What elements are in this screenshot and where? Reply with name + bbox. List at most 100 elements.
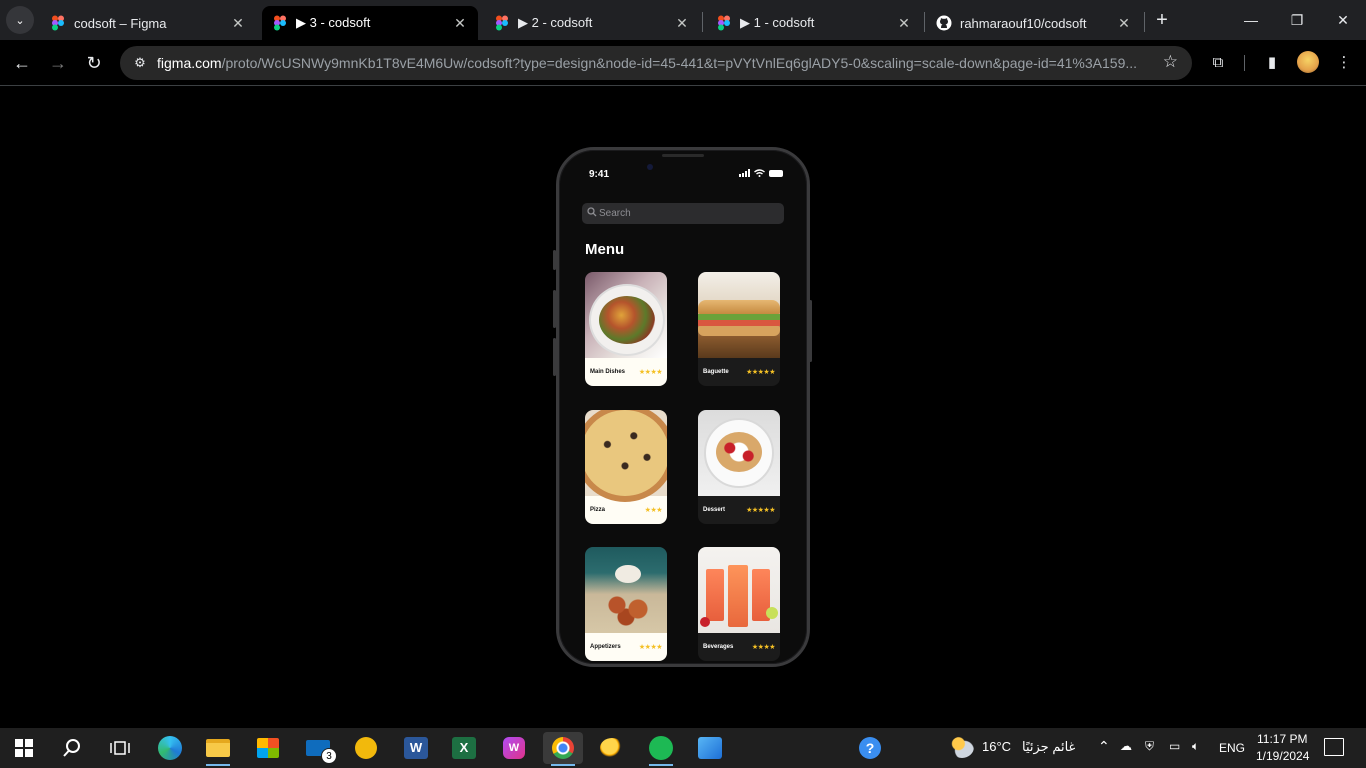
taskbar-photos[interactable] xyxy=(690,732,730,764)
more-vert-icon: ⋮ xyxy=(1336,54,1352,71)
close-icon[interactable]: ✕ xyxy=(230,15,246,32)
volume-icon[interactable]: 🔈︎ xyxy=(1192,739,1199,754)
side-panel-button[interactable]: ▮ xyxy=(1258,49,1286,77)
sun-cloud-icon xyxy=(600,738,624,758)
clock-date[interactable]: 1/19/2024 xyxy=(1256,749,1309,763)
taskbar-word[interactable]: W xyxy=(396,732,436,764)
restore-icon: ❐ xyxy=(1290,12,1304,28)
star-rating: ★★★★★ xyxy=(746,507,775,514)
onedrive-icon[interactable]: ☁ xyxy=(1120,739,1132,753)
taskbar-mail[interactable]: 3 xyxy=(298,732,338,764)
forward-button[interactable]: → xyxy=(44,49,72,77)
menu-card-appetizers[interactable]: Appetizers ★★★★ xyxy=(585,547,667,661)
extensions-button[interactable]: ⧉ xyxy=(1204,49,1232,77)
toolbar-divider xyxy=(1244,55,1245,71)
tab-1-codsoft[interactable]: ▶ 1 - codsoft ✕ xyxy=(706,6,922,40)
profile-avatar[interactable] xyxy=(1297,51,1319,73)
chrome-icon xyxy=(552,737,574,759)
close-icon: ✕ xyxy=(1337,12,1349,28)
taskbar-app-triangle[interactable] xyxy=(346,732,386,764)
taskbar-edge[interactable] xyxy=(150,732,190,764)
chrome-menu-button[interactable]: ⋮ xyxy=(1330,49,1358,77)
search-icon xyxy=(63,739,80,757)
address-bar[interactable]: ⚙ figma.com/proto/WcUSNWy9mnKb1T8vE4M6Uw… xyxy=(120,46,1192,80)
task-view-icon xyxy=(110,741,130,755)
close-icon[interactable]: ✕ xyxy=(452,15,468,32)
start-button[interactable] xyxy=(4,732,44,764)
search-button[interactable] xyxy=(52,732,92,764)
help-icon: ? xyxy=(859,737,881,759)
taskbar-spotify[interactable] xyxy=(641,732,681,766)
edge-icon xyxy=(158,736,182,760)
close-icon[interactable]: ✕ xyxy=(896,15,912,32)
language-indicator[interactable]: ENG xyxy=(1219,741,1245,755)
taskbar-excel[interactable]: X xyxy=(444,732,484,764)
star-rating: ★★★ xyxy=(644,507,663,514)
spotify-icon xyxy=(649,736,673,760)
close-window-button[interactable]: ✕ xyxy=(1320,0,1366,40)
help-button[interactable]: ? xyxy=(850,732,890,764)
main-dishes-image xyxy=(585,272,667,358)
back-button[interactable]: ← xyxy=(8,49,36,77)
star-rating: ★★★★★ xyxy=(746,369,775,376)
arrow-right-icon: → xyxy=(49,53,67,73)
close-icon[interactable]: ✕ xyxy=(1116,15,1132,32)
taskbar-wps[interactable]: W xyxy=(494,732,534,764)
tab-codsoft-figma[interactable]: codsoft – Figma ✕ xyxy=(40,6,256,40)
tray-overflow-chevron-icon[interactable]: ⌃ xyxy=(1098,738,1110,755)
menu-card-baguette[interactable]: Baguette ★★★★★ xyxy=(698,272,780,386)
notification-center-button[interactable] xyxy=(1324,738,1344,756)
tab-3-codsoft[interactable]: ▶ 3 - codsoft ✕ xyxy=(262,6,478,40)
arrow-left-icon: ← xyxy=(13,53,31,73)
windows-taskbar: 3 W X W ? 16°C غائم جزئيًا ⌃ ☁ ⛨ ▭ 🔈︎ EN… xyxy=(0,728,1366,768)
mail-badge: 3 xyxy=(321,748,337,764)
excel-icon: X xyxy=(452,737,476,759)
minimize-button[interactable]: — xyxy=(1228,0,1274,40)
site-settings-icon[interactable]: ⚙ xyxy=(130,53,150,73)
bookmark-star-icon[interactable]: ☆ xyxy=(1163,52,1178,72)
new-tab-button[interactable]: + xyxy=(1150,8,1174,32)
menu-card-dessert[interactable]: Dessert ★★★★★ xyxy=(698,410,780,524)
running-indicator xyxy=(551,764,575,766)
taskbar-weather-app[interactable] xyxy=(592,732,632,764)
star-rating: ★★★★ xyxy=(638,369,663,376)
menu-card-beverages[interactable]: Beverages ★★★★ xyxy=(698,547,780,661)
reload-button[interactable]: ↻ xyxy=(80,49,108,77)
search-placeholder: Search xyxy=(599,208,631,219)
figma-icon xyxy=(718,15,730,31)
tab-separator xyxy=(702,12,703,32)
tab-search-button[interactable]: ⌄ xyxy=(6,6,34,34)
figma-icon xyxy=(496,15,508,31)
phone-camera xyxy=(647,164,653,170)
card-label: Baguette xyxy=(703,369,729,375)
card-label: Pizza xyxy=(590,507,606,513)
close-icon[interactable]: ✕ xyxy=(674,15,690,32)
taskbar-chrome[interactable] xyxy=(543,732,583,766)
running-indicator xyxy=(649,764,673,766)
tab-label: ▶ 3 - codsoft xyxy=(296,15,371,30)
tab-github-repo[interactable]: rahmaraouf10/codsoft ✕ xyxy=(926,6,1142,40)
phone-speaker xyxy=(662,154,704,157)
battery-icon[interactable]: ▭ xyxy=(1169,739,1180,753)
wifi-icon xyxy=(754,169,765,177)
tab-separator xyxy=(1144,12,1145,32)
beverages-image xyxy=(698,547,780,633)
taskbar-store[interactable] xyxy=(248,732,288,764)
browser-titlebar: ⌄ codsoft – Figma ✕ ▶ 3 - codsoft ✕ ▶ 2 … xyxy=(0,0,1366,40)
tab-2-codsoft[interactable]: ▶ 2 - codsoft ✕ xyxy=(484,6,700,40)
weather-temp: 16°C xyxy=(982,739,1012,754)
security-icon[interactable]: ⛨ xyxy=(1145,739,1154,754)
weather-widget[interactable]: 16°C غائم جزئيًا xyxy=(948,736,1078,760)
url-text[interactable]: figma.com/proto/WcUSNWy9mnKb1T8vE4M6Uw/c… xyxy=(157,55,1147,71)
menu-card-pizza[interactable]: Pizza ★★★ xyxy=(585,410,667,524)
menu-card-main-dishes[interactable]: Main Dishes ★★★★ xyxy=(585,272,667,386)
restore-button[interactable]: ❐ xyxy=(1274,0,1320,40)
clock-time[interactable]: 11:17 PM xyxy=(1257,732,1307,746)
tab-label: codsoft – Figma xyxy=(74,15,167,31)
task-view-button[interactable] xyxy=(100,732,140,764)
taskbar-file-explorer[interactable] xyxy=(198,732,238,766)
baguette-image xyxy=(698,272,780,358)
side-panel-icon: ▮ xyxy=(1267,54,1277,71)
search-input[interactable]: Search xyxy=(582,203,784,224)
partly-cloudy-icon xyxy=(950,736,974,758)
